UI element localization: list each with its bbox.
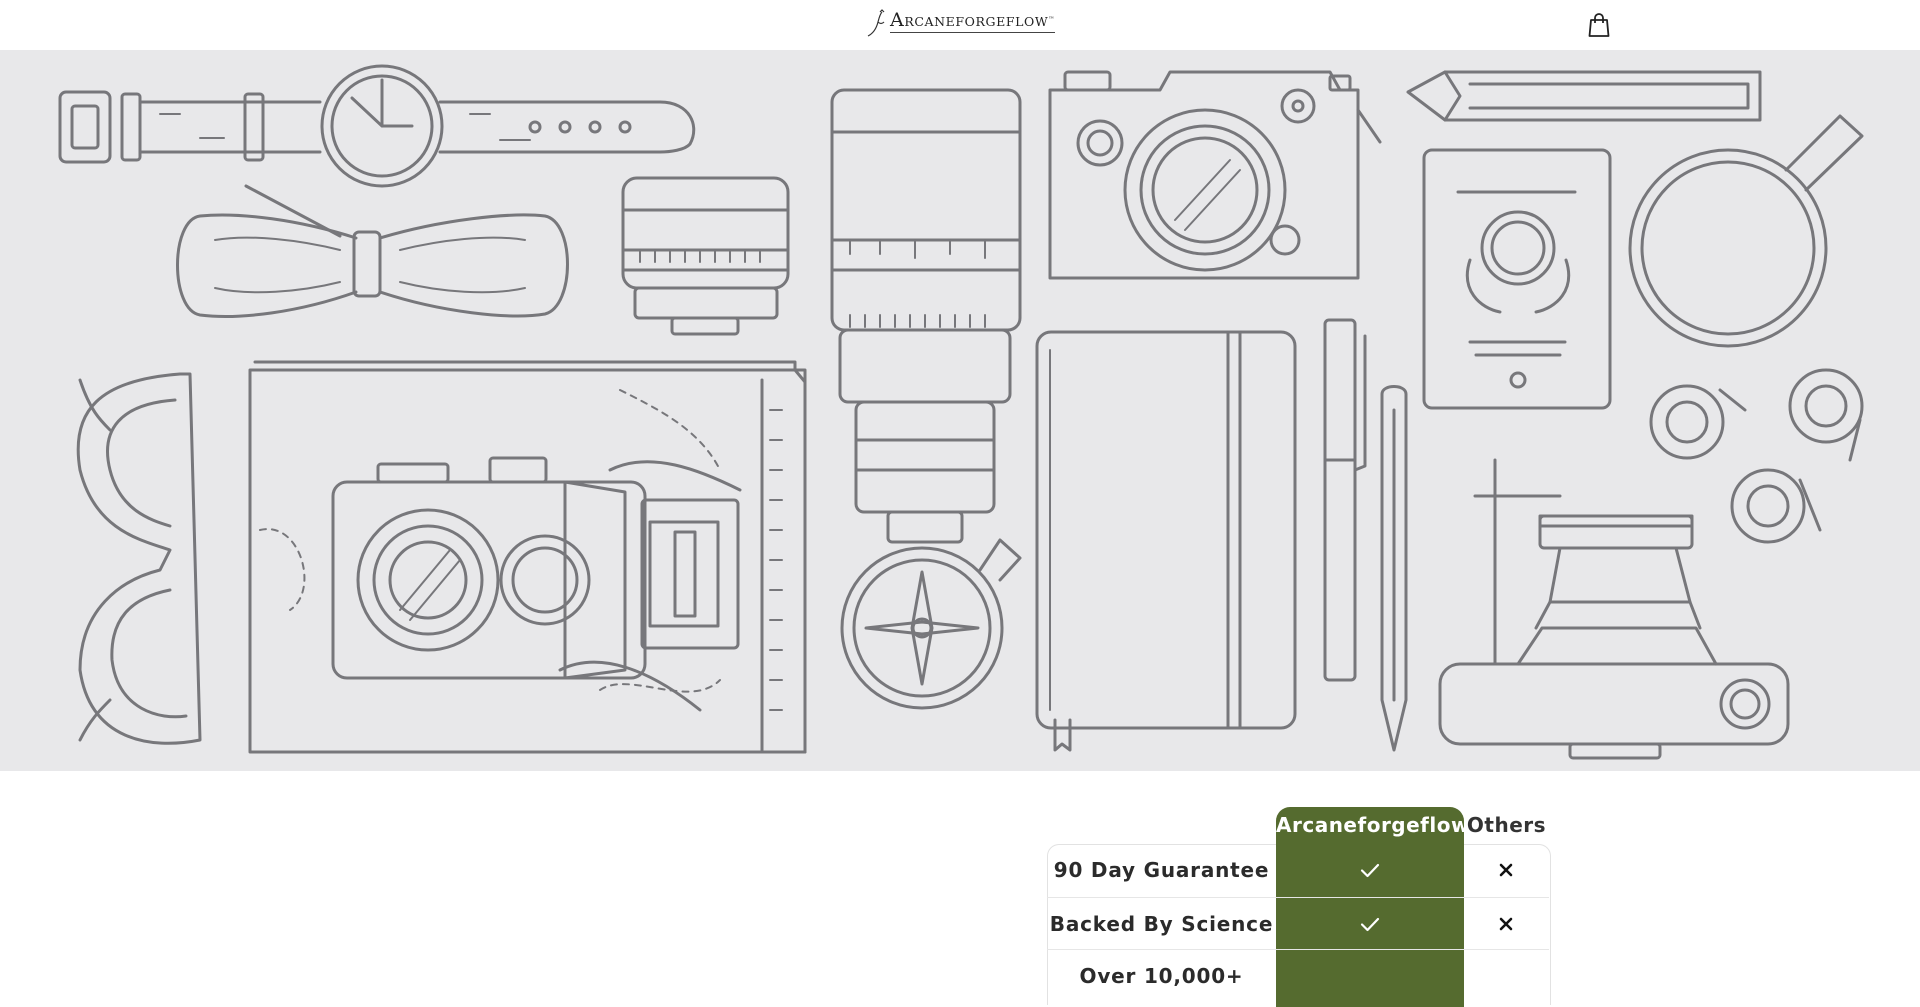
feature-label: Backed By Science — [1049, 912, 1274, 936]
camera-lens-icon — [621, 176, 790, 336]
brand-column-header: Arcaneforgeflow — [1276, 813, 1470, 837]
camera-icon — [1048, 70, 1382, 280]
vertical-pencil-icon — [1380, 385, 1408, 752]
x-icon — [1499, 863, 1513, 877]
table-row: 90 Day Guarantee — [1047, 844, 1549, 896]
table-row: Over 10,000+ — [1047, 949, 1549, 1002]
table-row: Backed By Science — [1047, 897, 1549, 950]
magnifying-glass-icon — [1628, 114, 1864, 348]
bow-tie-icon — [176, 184, 569, 318]
check-icon — [1360, 863, 1380, 878]
feature-label: Over 10,000+ — [1079, 964, 1244, 988]
zoom-lens-icon — [830, 88, 1022, 544]
travel-items-illustration — [58, 64, 1864, 760]
shopping-bag-icon — [1588, 13, 1610, 37]
passport-icon — [1422, 148, 1612, 410]
check-icon — [1360, 917, 1380, 932]
others-column-header: Others — [1466, 813, 1547, 837]
logo-figure-icon — [867, 9, 885, 37]
hero-banner — [0, 50, 1920, 771]
cart-button[interactable] — [1587, 12, 1611, 38]
logo-wordmark: ARCANEFORGEFLOW™ — [890, 9, 1055, 33]
compass-icon — [840, 538, 1022, 710]
comparison-table: Arcaneforgeflow Others 90 Day Guarantee … — [1047, 807, 1551, 1007]
wristwatch-icon — [58, 64, 696, 188]
notebook-icon — [1035, 330, 1297, 752]
site-header: ARCANEFORGEFLOW™ — [0, 0, 1920, 50]
brand-logo[interactable]: ARCANEFORGEFLOW™ — [866, 4, 1055, 38]
sunglasses-icon — [76, 372, 202, 745]
pencil-icon — [1406, 70, 1762, 122]
pen-icon — [1323, 318, 1367, 682]
vintage-camera-icon — [1438, 458, 1790, 760]
feature-label: 90 Day Guarantee — [1053, 858, 1270, 882]
twin-lens-camera-icon — [331, 456, 740, 680]
x-icon — [1499, 917, 1513, 931]
